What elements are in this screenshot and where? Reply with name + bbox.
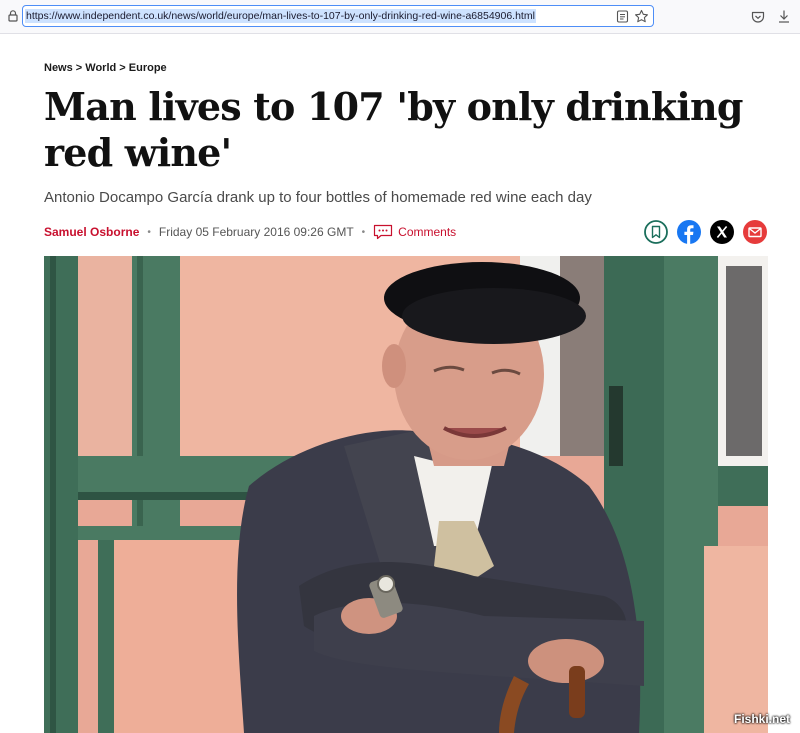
- publish-date: Friday 05 February 2016 09:26 GMT: [158, 225, 354, 239]
- share-email-button[interactable]: [743, 220, 767, 244]
- address-bar[interactable]: https://www.independent.co.uk/news/world…: [22, 5, 654, 27]
- bookmark-star-icon[interactable]: [634, 9, 649, 24]
- comments-link[interactable]: Comments: [398, 225, 456, 239]
- separator-dot: •: [147, 226, 151, 238]
- lock-icon: [8, 10, 18, 22]
- bookmark-button[interactable]: [644, 220, 668, 244]
- breadcrumb[interactable]: News > World > Europe: [44, 62, 167, 74]
- article-meta: Samuel Osborne • Friday 05 February 2016…: [44, 224, 456, 240]
- reader-view-icon[interactable]: [616, 10, 629, 23]
- x-icon: [710, 220, 734, 244]
- bookmark-icon: [644, 220, 668, 244]
- url-text[interactable]: https://www.independent.co.uk/news/world…: [25, 9, 536, 23]
- separator-dot: •: [361, 226, 366, 238]
- page-title: Man lives to 107 'by only drinking red w…: [44, 84, 743, 175]
- browser-toolbar: https://www.independent.co.uk/news/world…: [0, 0, 800, 34]
- article-photo: [44, 256, 768, 733]
- standfirst: Antonio Docampo García drank up to four …: [44, 189, 592, 206]
- share-facebook-button[interactable]: [677, 220, 701, 244]
- author-link[interactable]: Samuel Osborne: [44, 225, 139, 239]
- email-icon: [743, 220, 767, 244]
- pocket-icon[interactable]: [751, 10, 765, 24]
- comments-icon[interactable]: [373, 224, 393, 240]
- download-icon[interactable]: [777, 9, 791, 24]
- watermark: Fishki.net: [734, 712, 791, 726]
- share-x-button[interactable]: [710, 220, 734, 244]
- facebook-icon: [677, 220, 701, 244]
